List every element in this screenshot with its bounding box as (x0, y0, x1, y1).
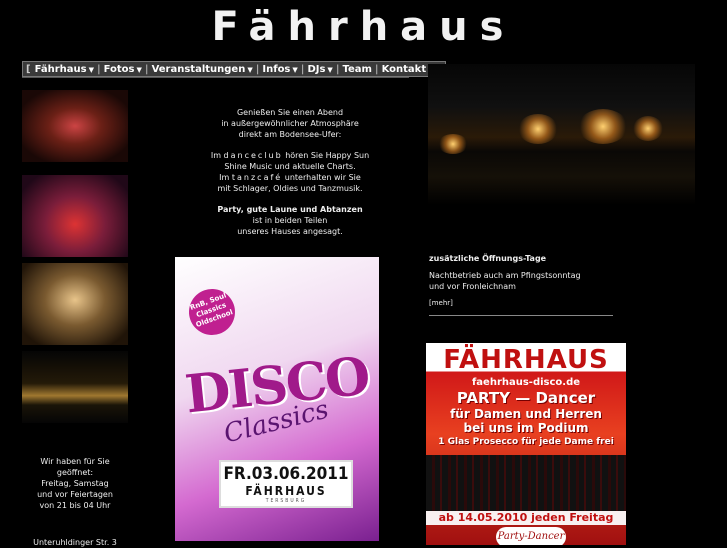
chevron-down-icon: ▼ (88, 65, 94, 74)
nav-item-veranstaltungen[interactable]: Veranstaltungen ▼ (149, 64, 256, 75)
chevron-down-icon: ▼ (292, 65, 298, 74)
intro-line: Im (219, 173, 230, 182)
intro-line: Shine Music und aktuelle Charts. (224, 162, 356, 171)
nav-item-fotos[interactable]: Fotos ▼ (101, 64, 145, 75)
chevron-down-icon: ▼ (136, 65, 142, 74)
party-poster-line: 1 Glas Prosecco für jede Dame frei (438, 437, 614, 447)
party-poster-line: bei uns im Podium (463, 421, 589, 435)
nav-item-faehrhaus[interactable]: Fährhaus ▼ (32, 64, 97, 75)
intro-line: direkt am Bodensee-Ufer: (238, 130, 342, 139)
site-logo[interactable]: Fährhaus (0, 4, 727, 50)
chevron-down-icon: ▼ (327, 65, 333, 74)
intro-line: ist in beiden Teilen (252, 216, 328, 225)
photo-thumbnail-crowd[interactable] (22, 263, 128, 345)
photo-thumbnail-entrance[interactable] (22, 90, 128, 162)
poster-venue: FÄHRHAUS (245, 484, 327, 498)
party-poster-url: faehrhaus-disco.de (471, 377, 581, 388)
poster-date-box: FR.03.06.2011 FÄHRHAUS TERSBURG (219, 460, 353, 508)
opening-hours-line: Freitag, Samstag (41, 479, 109, 488)
nav-open-bracket: [ (26, 63, 31, 75)
intro-danceclub: danceclub (223, 151, 283, 160)
chevron-down-icon: ▼ (247, 65, 253, 74)
nav-item-infos[interactable]: Infos ▼ (259, 64, 300, 75)
nav-item-label: Fährhaus (34, 63, 87, 75)
intro-highlight: Party, gute Laune und Abtanzen (217, 205, 363, 214)
nav-item-label: Fotos (103, 63, 135, 75)
opening-hours-line: und vor Feiertagen (37, 490, 113, 499)
party-dancer-poster[interactable]: FÄHRHAUS faehrhaus-disco.de PARTY — Danc… (426, 343, 626, 545)
news-box: zusätzliche Öffnungs-Tage Nachtbetrieb a… (429, 253, 613, 309)
nav-item-djs[interactable]: DJs ▼ (304, 64, 335, 75)
intro-line: unseres Hauses angesagt. (237, 227, 343, 236)
party-crowd-silhouette (426, 455, 626, 511)
intro-line: in außergewöhnlicher Atmosphäre (221, 119, 359, 128)
intro-line: mit Schlager, Oldies und Tanzmusik. (217, 184, 363, 193)
photo-light (518, 114, 558, 144)
party-poster-ribbon: Party-Dancer (496, 527, 566, 545)
poster-city: TERSBURG (265, 498, 307, 504)
news-line: Nachtbetrieb auch am Pfingstsonntag (429, 271, 581, 280)
disco-classics-poster[interactable]: RnB, Soul Classics Oldschool DISCO Class… (175, 257, 379, 541)
photo-light (633, 116, 663, 141)
address: Unteruhldinger Str. 3 (33, 538, 117, 547)
news-title: zusätzliche Öffnungs-Tage (429, 254, 547, 263)
party-poster-headline: PARTY — Dancer (456, 389, 596, 407)
news-line: und vor Fronleichnam (429, 282, 516, 291)
intro-line: Genießen Sie einen Abend (236, 108, 344, 117)
nav-item-label: Veranstaltungen (151, 63, 246, 75)
photo-light (578, 109, 628, 144)
opening-hours-line: Wir haben für Sie (40, 457, 110, 466)
nav-item-label: Kontakt (381, 63, 427, 75)
main-nav: [ Fährhaus ▼ | Fotos ▼ | Veranstaltungen ▼ … (22, 61, 447, 77)
news-divider (429, 315, 613, 316)
photo-thumbnail-lakeside[interactable] (22, 351, 128, 423)
nav-item-label: DJs (307, 63, 326, 75)
intro-line: unterhalten wir Sie (284, 173, 361, 182)
opening-hours-line: von 21 bis 04 Uhr (39, 501, 111, 510)
intro-tanzcafe: tanzcafé (231, 173, 283, 182)
nav-item-label: Team (342, 63, 372, 75)
party-poster-line: für Damen und Herren (450, 407, 602, 421)
photo-thumbnail-dancefloor[interactable] (22, 175, 128, 257)
opening-hours: Wir haben für Sie geöffnet: Freitag, Sam… (22, 456, 128, 511)
intro-line: hören Sie Happy Sun (285, 151, 370, 160)
poster-badge: RnB, Soul Classics Oldschool (182, 282, 242, 342)
nav-divider (22, 77, 409, 78)
nav-item-label: Infos (262, 63, 291, 75)
party-poster-date: ab 14.05.2010 jeden Freitag (426, 511, 626, 525)
intro-text: Genießen Sie einen Abend in außergewöhnl… (175, 107, 405, 247)
news-more-link[interactable]: [mehr] (429, 298, 613, 309)
party-poster-title: FÄHRHAUS (443, 345, 609, 375)
opening-hours-line: geöffnet: (56, 468, 94, 477)
lakeside-night-photo[interactable] (428, 64, 695, 205)
nav-item-team[interactable]: Team (339, 64, 374, 75)
poster-date: FR.03.06.2011 (223, 464, 349, 484)
photo-light (438, 134, 468, 154)
intro-line: Im (210, 151, 221, 160)
